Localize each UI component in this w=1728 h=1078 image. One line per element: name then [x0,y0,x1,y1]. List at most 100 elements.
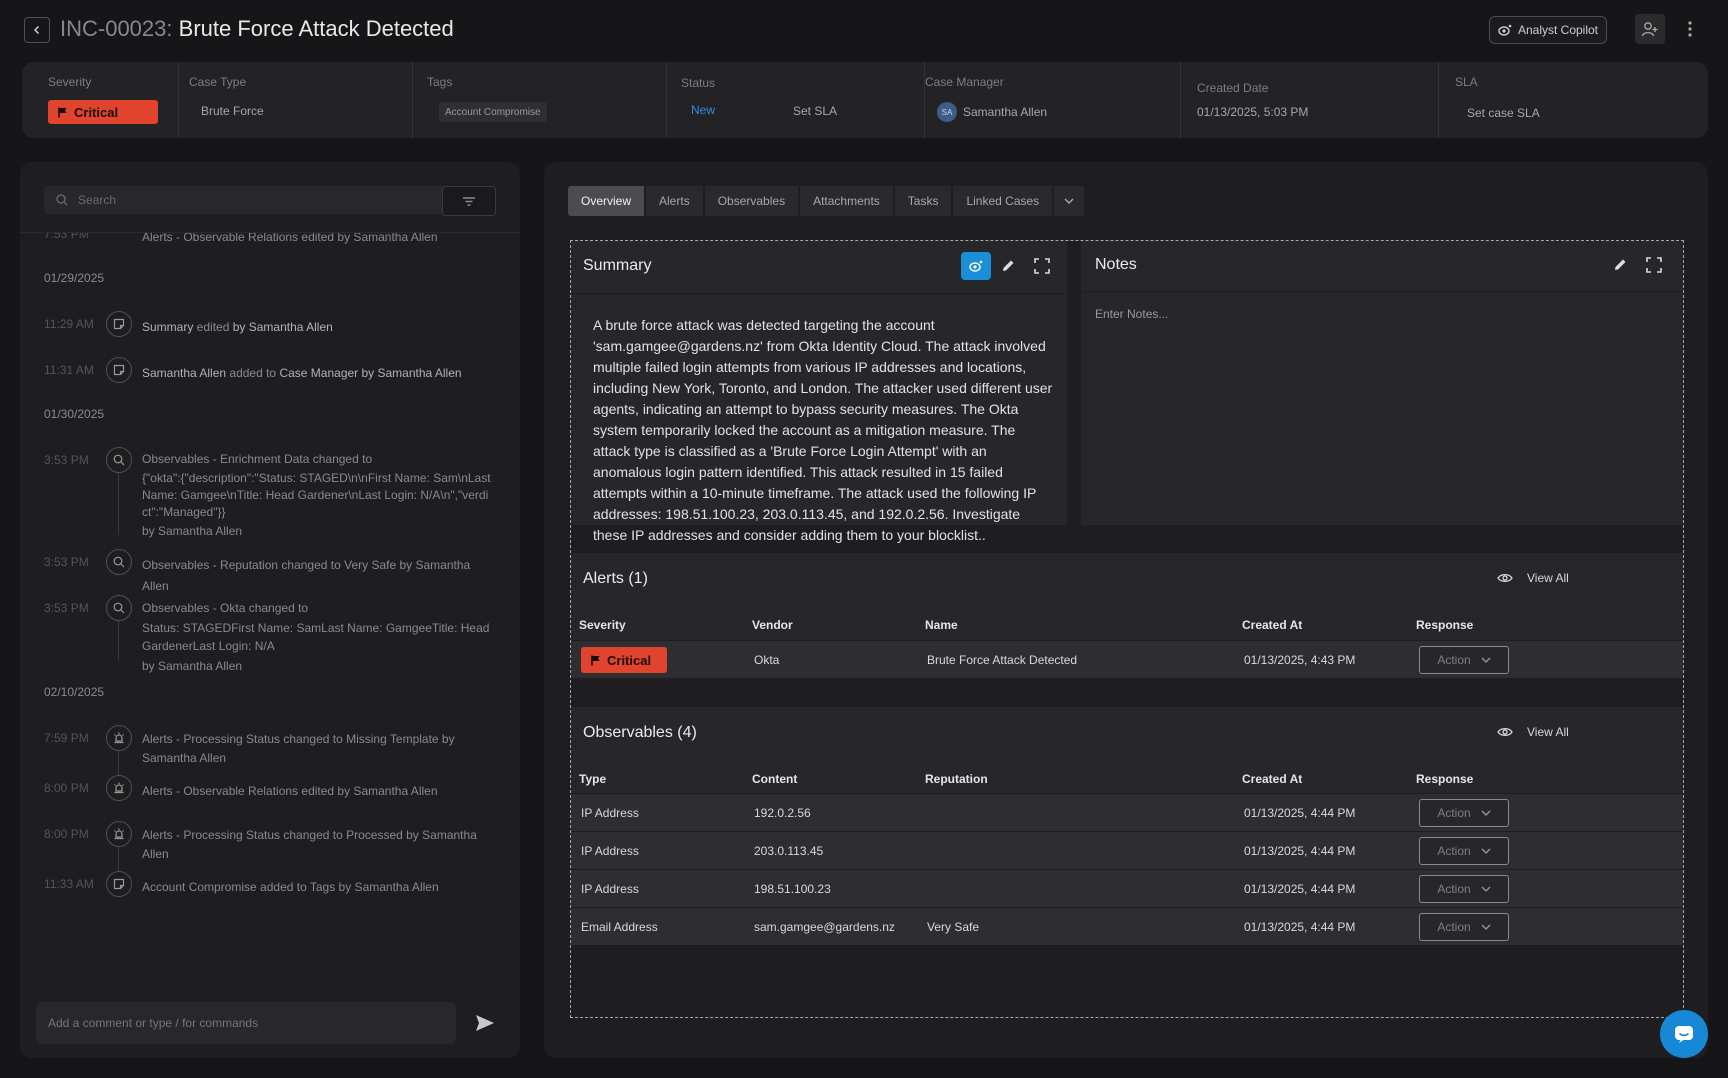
chevron-down-icon [1481,848,1491,854]
severity-badge[interactable]: Critical [48,100,158,124]
case-type-section: Case Type Brute Force [178,62,412,138]
incident-id: INC-00023: [60,16,173,41]
activity-text: Alerts - Observable Relations edited by … [142,232,438,244]
send-button[interactable] [472,1010,498,1036]
siren-icon [106,775,132,801]
case-manager-label: Case Manager [925,75,1004,89]
activity-verb: added to [226,366,280,380]
edit-summary-button[interactable] [993,252,1023,280]
incident-title: Brute Force Attack Detected [178,16,454,41]
activity-text: Observables - Okta changed to Status: ST… [142,599,492,675]
chevron-down-icon [1481,657,1491,663]
status-value[interactable]: New [691,103,715,117]
column-header: Reputation [925,772,988,786]
activity-search-input[interactable]: Search [44,186,450,214]
expand-summary-button[interactable] [1027,252,1057,280]
analyst-copilot-button[interactable]: Analyst Copilot [1489,16,1607,44]
created-date-section: Created Date 01/13/2025, 5:03 PM [1180,62,1438,138]
case-type-value[interactable]: Brute Force [201,104,264,118]
observables-view-all-link[interactable]: View All [1497,725,1569,739]
activity-subject: Samantha Allen [142,366,227,380]
action-dropdown[interactable]: Action [1419,799,1509,827]
timeline-connector [118,621,119,661]
tab-linked-cases[interactable]: Linked Cases [953,186,1053,216]
siren-icon [106,821,132,847]
activity-subject: Summary [142,320,194,334]
back-button[interactable] [24,17,50,43]
table-row[interactable]: IP Address 203.0.113.45 01/13/2025, 4:44… [571,831,1683,869]
notes-input[interactable]: Enter Notes... [1095,307,1168,321]
tab-tasks[interactable]: Tasks [894,186,952,216]
observable-content[interactable]: 203.0.113.45 [754,844,823,858]
action-dropdown[interactable]: Action [1419,646,1509,674]
eye-icon [1497,727,1513,737]
search-placeholder: Search [78,193,117,207]
note-icon [106,357,132,383]
chat-support-button[interactable] [1660,1010,1708,1058]
chevron-down-icon [1064,198,1074,204]
observable-content[interactable]: sam.gamgee@gardens.nz [754,920,895,934]
case-manager-value[interactable]: Samantha Allen [963,105,1047,119]
tab-attachments[interactable]: Attachments [800,186,893,216]
flag-icon [58,107,67,117]
tab-overview[interactable]: Overview [568,186,645,216]
add-user-button[interactable] [1635,14,1665,44]
observable-content[interactable]: 198.51.100.23 [754,882,831,896]
tab-alerts[interactable]: Alerts [646,186,703,216]
observable-type: IP Address [581,882,639,896]
search-icon [106,447,132,473]
action-dropdown[interactable]: Action [1419,837,1509,865]
edit-notes-button[interactable] [1605,251,1635,279]
expand-notes-button[interactable] [1639,251,1669,279]
table-row[interactable]: IP Address 192.0.2.56 01/13/2025, 4:44 P… [571,793,1683,831]
tab-bar: Overview Alerts Observables Attachments … [568,186,1085,216]
activity-time: 7:53 PM [44,232,89,241]
set-case-sla-link[interactable]: Set case SLA [1467,106,1540,120]
observable-content[interactable]: 192.0.2.56 [754,806,811,820]
activity-time: 7:59 PM [44,731,89,745]
search-icon [106,595,132,621]
more-tabs-button[interactable] [1054,186,1085,216]
page-title: INC-00023: Brute Force Attack Detected [60,16,454,42]
comment-input[interactable]: Add a comment or type / for commands [36,1002,456,1044]
column-header: Created At [1242,618,1303,632]
chevron-down-icon [1481,886,1491,892]
table-row[interactable]: IP Address 198.51.100.23 01/13/2025, 4:4… [571,869,1683,907]
overview-content: Summary A brute force attack was detecte… [570,240,1684,1018]
more-options-icon[interactable] [1682,15,1698,43]
action-label: Action [1437,882,1471,896]
case-info-bar: Severity Critical Case Type Brute Force … [22,62,1708,138]
filter-icon [463,196,475,206]
copilot-summary-button[interactable] [961,252,991,280]
activity-time: 11:29 AM [44,317,94,331]
severity-label: Severity [48,75,92,89]
activity-line: Observables - Enrichment Data changed to [142,452,373,466]
action-label: Action [1437,653,1471,667]
action-dropdown[interactable]: Action [1419,913,1509,941]
observable-created-at: 01/13/2025, 4:44 PM [1244,844,1356,858]
table-row[interactable]: Critical Okta Brute Force Attack Detecte… [571,640,1683,678]
tag-chip[interactable]: Account Compromise [439,102,547,122]
observable-type: IP Address [581,844,639,858]
divider [1081,291,1683,292]
observable-created-at: 01/13/2025, 4:44 PM [1244,882,1356,896]
filter-button[interactable] [442,186,496,216]
table-row[interactable]: Email Address sam.gamgee@gardens.nz Very… [571,907,1683,945]
action-dropdown[interactable]: Action [1419,875,1509,903]
alert-name[interactable]: Brute Force Attack Detected [927,653,1077,667]
observable-type: Email Address [581,920,658,934]
view-all-label: View All [1527,725,1569,739]
alerts-view-all-link[interactable]: View All [1497,571,1569,585]
set-sla-link[interactable]: Set SLA [793,104,837,118]
activity-time: 8:00 PM [44,781,89,795]
tab-observables[interactable]: Observables [704,186,799,216]
note-icon [106,311,132,337]
notes-card: Notes Enter Notes... [1081,241,1683,525]
column-header: Content [752,772,798,786]
alert-vendor: Okta [754,653,780,667]
observables-title: Observables (4) [583,724,697,741]
observables-header: Observables (4) View All [571,707,1683,759]
sla-label: SLA [1455,75,1478,89]
created-date-label: Created Date [1197,81,1269,95]
observable-created-at: 01/13/2025, 4:44 PM [1244,920,1356,934]
